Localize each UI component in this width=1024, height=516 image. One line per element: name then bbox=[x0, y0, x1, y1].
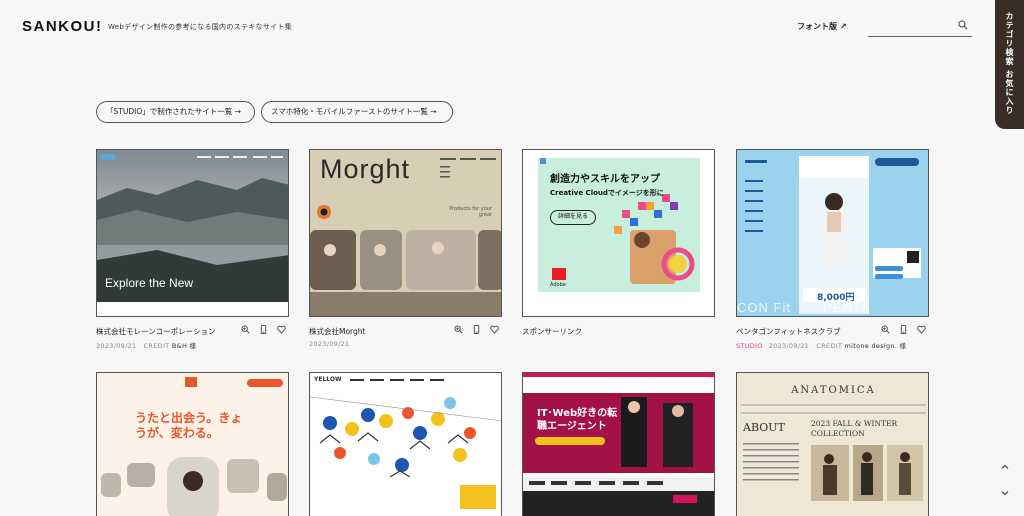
card-title[interactable]: 株式会社Morght bbox=[309, 326, 365, 337]
search-box[interactable] bbox=[868, 14, 972, 37]
card-meta: STUDIO 2023/09/21 CREDIT mitone design. 様 bbox=[736, 340, 906, 350]
thumbnail-subtext: Products for your great bbox=[449, 206, 492, 218]
ad-subtext: Creative Cloudでイメージを形に bbox=[550, 189, 664, 197]
site-thumbnail[interactable]: ANATOMICA ABOUT 2023 FALL & WINTER COLLE… bbox=[736, 372, 929, 516]
card-title[interactable]: ペンタゴンフィットネスクラブ bbox=[736, 326, 841, 337]
credit-name[interactable]: B&H 様 bbox=[172, 342, 196, 350]
thumbnail-subtext: 2023 FALL & WINTER COLLECTION bbox=[811, 419, 898, 438]
site-thumbnail[interactable]: YELLOW bbox=[309, 372, 502, 516]
ad-background: 創造力やスキルをアップ Creative Cloudでイメージを形に 詳細を見る… bbox=[538, 158, 700, 292]
font-version-link[interactable]: フォント版 ↗ bbox=[797, 21, 847, 32]
site-logo[interactable]: SANKOU! bbox=[22, 18, 103, 35]
thumbnail-headline: IT･Web好きの転職エージェント bbox=[537, 408, 618, 432]
card-date: 2023/09/21 bbox=[96, 342, 137, 350]
thumbnail-headline: Morght bbox=[320, 154, 411, 184]
thumbnail-image bbox=[97, 373, 288, 516]
thumbnail-headline: CON Fit PENTA bbox=[737, 300, 871, 315]
credit-label: CREDIT bbox=[143, 342, 170, 350]
card-actions bbox=[239, 325, 289, 335]
card-actions bbox=[879, 325, 929, 335]
mobile-first-sites-link[interactable]: スマホ特化・モバイルファーストのサイト一覧 → bbox=[261, 101, 453, 123]
thumbnail-image bbox=[97, 150, 288, 316]
card-date: 2023/09/21 bbox=[768, 342, 810, 350]
credit-name[interactable]: mitone design. 様 bbox=[845, 342, 907, 350]
site-thumbnail[interactable]: Explore the New bbox=[96, 149, 289, 317]
card-title: スポンサーリンク bbox=[522, 327, 582, 336]
thumbnail-logo: ANATOMICA bbox=[791, 385, 876, 396]
zoom-icon[interactable] bbox=[881, 325, 890, 334]
site-thumbnail[interactable]: IT･Web好きの転職エージェント bbox=[522, 372, 715, 516]
mobile-icon[interactable] bbox=[472, 325, 481, 334]
site-thumbnail[interactable]: Morght Products for your great bbox=[309, 149, 502, 317]
studio-badge[interactable]: STUDIO bbox=[736, 342, 763, 350]
zoom-icon[interactable] bbox=[241, 325, 250, 334]
thumbnail-image bbox=[310, 373, 501, 516]
scroll-down-icon[interactable] bbox=[1000, 488, 1010, 498]
card-date: 2023/09/21 bbox=[309, 340, 350, 348]
mobile-icon[interactable] bbox=[899, 325, 908, 334]
mobile-icon[interactable] bbox=[259, 325, 268, 334]
side-tab: カテゴリ検索 お気に入り bbox=[995, 0, 1024, 129]
search-icon[interactable] bbox=[958, 20, 968, 30]
heart-icon[interactable] bbox=[490, 325, 499, 334]
heart-icon[interactable] bbox=[277, 325, 286, 334]
external-arrow-icon: ↗ bbox=[840, 22, 847, 31]
ad-headline: 創造力やスキルをアップ bbox=[550, 174, 660, 185]
credit-label: CREDIT bbox=[816, 342, 843, 350]
ad-cta-button[interactable]: 詳細を見る bbox=[550, 210, 596, 225]
heart-icon[interactable] bbox=[917, 325, 926, 334]
thumbnail-headline: うたと出会う。きょうが、変わる。 bbox=[135, 411, 243, 440]
thumbnail-about: ABOUT bbox=[743, 421, 785, 434]
scroll-up-icon[interactable] bbox=[1000, 462, 1010, 472]
site-tagline: Webデザイン制作の参考になる国内のステキなサイト集 bbox=[108, 23, 293, 31]
ad-brand: Adobe bbox=[550, 282, 566, 288]
site-thumbnail[interactable]: 8,000円 CON Fit PENTA bbox=[736, 149, 929, 317]
thumbnail-logo: YELLOW bbox=[314, 376, 342, 383]
zoom-icon[interactable] bbox=[454, 325, 463, 334]
card-actions bbox=[452, 325, 502, 335]
card-meta: 2023/09/21 CREDIT B&H 様 bbox=[96, 340, 196, 350]
font-link-label: フォント版 bbox=[797, 22, 837, 31]
search-input[interactable] bbox=[868, 14, 954, 36]
card-meta: 2023/09/21 bbox=[309, 340, 349, 348]
card-title[interactable]: 株式会社モレーンコーポレーション bbox=[96, 326, 215, 337]
category-search-tab[interactable]: カテゴリ検索 bbox=[1004, 12, 1015, 66]
favorites-tab[interactable]: お気に入り bbox=[1004, 70, 1015, 115]
thumbnail-image bbox=[523, 373, 714, 516]
studio-sites-link[interactable]: 「STUDIO」で制作されたサイト一覧 → bbox=[96, 101, 255, 123]
thumbnail-headline: Explore the New bbox=[105, 276, 194, 290]
ad-banner[interactable]: 創造力やスキルをアップ Creative Cloudでイメージを形に 詳細を見る… bbox=[522, 149, 715, 317]
site-thumbnail[interactable]: うたと出会う。きょうが、変わる。 bbox=[96, 372, 289, 516]
